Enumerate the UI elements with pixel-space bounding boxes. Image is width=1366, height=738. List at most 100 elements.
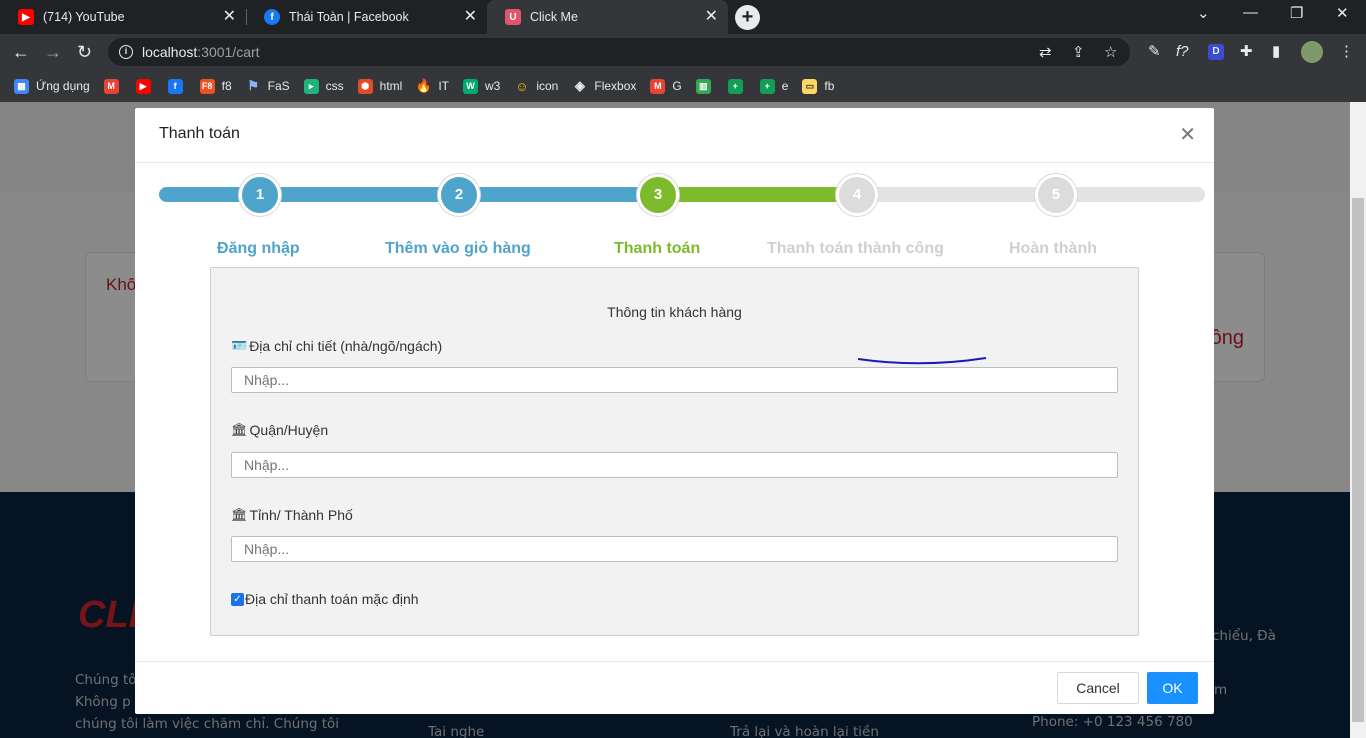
- close-icon[interactable]: ✕: [1179, 125, 1196, 145]
- bookmarks-bar: ▦ Ứng dụng M ▶ f F8 f8 ⚑ FaS ▸ css ⬢ html 🔥 IT Ww3 ☺ icon…: [0, 70, 1366, 102]
- step-2-label: Thêm vào giỏ hàng: [385, 240, 531, 257]
- bookmark-label: fb: [824, 79, 835, 93]
- default-address-label[interactable]: Địa chỉ thanh toán mặc định: [245, 591, 419, 607]
- gmail-icon: M: [650, 78, 666, 94]
- bookmark-item[interactable]: M: [103, 78, 126, 94]
- site-info-icon[interactable]: i: [119, 45, 133, 59]
- bookmark-item[interactable]: ⚑ FaS: [246, 78, 289, 94]
- close-tab-icon[interactable]: ✕: [223, 9, 236, 25]
- minimize-icon[interactable]: —: [1243, 4, 1258, 21]
- city-label: 🏛 Tỉnh/ Thành Phố: [231, 507, 353, 523]
- bookmark-label: G: [672, 79, 682, 93]
- window-close-icon[interactable]: ✕: [1336, 4, 1349, 22]
- district-label: 🏛 Quận/Huyện: [231, 422, 328, 438]
- youtube-icon: ▶: [135, 78, 151, 94]
- bookmark-item[interactable]: ▸ css: [303, 78, 344, 94]
- address-label-text: Địa chỉ chi tiết (nhà/ngõ/ngách): [249, 338, 443, 354]
- page-scrollbar[interactable]: [1350, 102, 1366, 738]
- forward-icon[interactable]: →: [44, 40, 62, 64]
- restore-icon[interactable]: ❐: [1290, 4, 1303, 22]
- reload-icon[interactable]: ↻: [77, 40, 92, 64]
- city-input[interactable]: [231, 536, 1118, 562]
- bookmark-item[interactable]: MG: [650, 78, 682, 94]
- progress-track-current: [655, 187, 861, 202]
- bookmark-item[interactable]: f: [167, 78, 190, 94]
- bookmark-item[interactable]: ▥: [695, 78, 718, 94]
- html-icon: ⬢: [357, 78, 373, 94]
- bookmark-item[interactable]: ▦ Ứng dụng: [14, 78, 90, 94]
- close-tab-icon[interactable]: ✕: [705, 9, 718, 25]
- bookmark-item[interactable]: + e: [759, 78, 788, 94]
- back-icon[interactable]: ←: [12, 40, 30, 64]
- step-4-label: Thanh toán thành công: [767, 240, 944, 257]
- district-input[interactable]: [231, 452, 1118, 478]
- bookmark-item[interactable]: ▶: [135, 78, 158, 94]
- modal-header: Thanh toán ✕: [135, 108, 1214, 163]
- step-4-circle: 4: [836, 174, 878, 216]
- default-address-checkbox[interactable]: ✓: [231, 592, 244, 606]
- new-tab-button[interactable]: +: [735, 5, 760, 30]
- avatar[interactable]: [1301, 41, 1323, 63]
- tab-search-icon[interactable]: ⌄: [1197, 4, 1210, 22]
- address-input[interactable]: [231, 367, 1118, 393]
- modal-title: Thanh toán: [159, 125, 240, 142]
- facebook-icon: f: [264, 9, 280, 25]
- district-label-text: Quận/Huyện: [249, 422, 329, 438]
- close-tab-icon[interactable]: ✕: [464, 9, 477, 25]
- customer-info-form: Thông tin khách hàng 🪪 Địa chỉ chi tiết …: [210, 267, 1139, 636]
- step-5-circle: 5: [1035, 174, 1077, 216]
- bookmark-label: w3: [485, 79, 501, 93]
- bookmark-item[interactable]: F8 f8: [199, 78, 232, 94]
- browser-tab-bar: ▶ (714) YouTube ✕ f Thái Toàn | Facebook…: [0, 0, 1366, 34]
- url-host: localhost: [142, 44, 198, 60]
- bookmark-item[interactable]: ☺ icon: [514, 79, 558, 94]
- folder-icon: ▭: [802, 78, 818, 94]
- modal-footer: Cancel OK: [135, 661, 1214, 714]
- facebook-icon: f: [167, 78, 183, 94]
- bookmark-label: Ứng dụng: [36, 79, 90, 93]
- bank-icon: 🏛: [231, 507, 248, 522]
- form-heading: Thông tin khách hàng: [607, 304, 742, 320]
- emoji-icon: ☺: [515, 78, 529, 94]
- share-icon[interactable]: ⇪: [1072, 44, 1085, 62]
- ok-button[interactable]: OK: [1147, 672, 1198, 704]
- url-path: :3001/cart: [197, 44, 260, 60]
- bookmark-label: html: [379, 79, 403, 93]
- bookmark-label: f8: [221, 79, 232, 93]
- bookmark-item[interactable]: ▭ fb: [802, 78, 835, 94]
- bookmark-star-icon[interactable]: ☆: [1104, 44, 1117, 62]
- tab-facebook[interactable]: f Thái Toàn | Facebook ✕: [246, 0, 487, 34]
- flexbox-icon: ◈: [574, 78, 585, 93]
- extensions-puzzle-icon[interactable]: ✚: [1240, 43, 1253, 61]
- menu-kebab-icon[interactable]: ⋮: [1339, 43, 1354, 61]
- side-panel-icon[interactable]: ▮: [1272, 43, 1280, 61]
- progress-track-done: [159, 187, 659, 202]
- translate-icon[interactable]: ⇄: [1039, 44, 1052, 62]
- browser-toolbar: ← → ↻ i localhost:3001/cart ⇄ ⇪ ☆ ✎ f? D…: [0, 34, 1366, 70]
- sheets-icon: +: [759, 78, 775, 94]
- bookmark-item[interactable]: ◈ Flexbox: [572, 78, 637, 94]
- progress-track-pending: [857, 187, 1205, 202]
- fire-icon: 🔥: [415, 78, 432, 93]
- extension-d-icon[interactable]: D: [1208, 44, 1224, 60]
- extension-pen-icon[interactable]: ✎: [1148, 43, 1161, 61]
- w3-icon: W: [463, 78, 478, 94]
- gmail-icon: M: [103, 78, 119, 94]
- cancel-button[interactable]: Cancel: [1057, 672, 1139, 704]
- id-card-icon: 🪪: [231, 338, 248, 353]
- step-3-circle: 3: [637, 174, 679, 216]
- bookmark-item[interactable]: 🔥 IT: [415, 78, 449, 94]
- address-bar[interactable]: i localhost:3001/cart ⇄ ⇪ ☆: [108, 38, 1130, 66]
- tab-click-me[interactable]: U Click Me ✕: [487, 0, 728, 34]
- address-label: 🪪 Địa chỉ chi tiết (nhà/ngõ/ngách): [231, 338, 442, 354]
- tab-youtube[interactable]: ▶ (714) YouTube ✕: [0, 0, 246, 34]
- scrollbar-thumb[interactable]: [1352, 198, 1364, 722]
- extension-formula-icon[interactable]: f?: [1176, 43, 1189, 61]
- url-text: localhost:3001/cart: [142, 44, 260, 60]
- step-1-circle: 1: [239, 174, 281, 216]
- bookmark-item[interactable]: Ww3: [463, 78, 501, 94]
- bookmark-item[interactable]: +: [727, 78, 750, 94]
- bookmark-item[interactable]: ⬢ html: [357, 78, 403, 94]
- step-2-circle: 2: [438, 174, 480, 216]
- youtube-icon: ▶: [18, 9, 34, 25]
